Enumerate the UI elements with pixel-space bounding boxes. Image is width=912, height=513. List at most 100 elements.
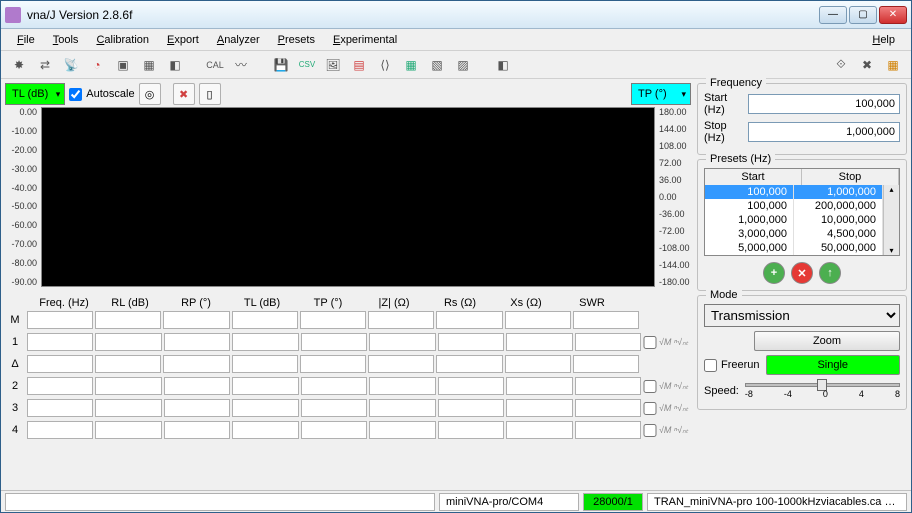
plot-canvas[interactable] [41,107,655,287]
marker-cell[interactable] [506,333,572,351]
tuning-icon[interactable]: ⟐ [831,55,851,75]
marker-cell[interactable] [368,311,434,329]
marker-cell[interactable] [301,421,367,439]
marker-cell[interactable] [438,377,504,395]
marker-cell[interactable] [95,355,161,373]
marker-cell[interactable] [164,399,230,417]
preset-add-button[interactable]: + [763,262,785,284]
meter-icon[interactable]: ▣ [113,55,133,75]
right-axis-combo[interactable]: TP (°) [631,83,691,105]
preset-col-start[interactable]: Start [705,169,802,185]
speed-slider[interactable]: -8-4048 [745,379,900,403]
marker-cell[interactable] [575,333,641,351]
pdf-icon[interactable]: ▤ [349,55,369,75]
zoom-button[interactable]: Zoom [754,331,900,351]
marker-cell[interactable] [575,421,641,439]
antenna-icon[interactable]: 📡 [61,55,81,75]
maximize-button[interactable]: ▢ [849,6,877,24]
marker-cell[interactable] [573,355,639,373]
marker-cell[interactable] [369,421,435,439]
marker-cell[interactable] [506,377,572,395]
marker-cell[interactable] [95,377,161,395]
marker-enable-checkbox[interactable] [643,424,657,437]
grid-icon[interactable]: ▦ [883,55,903,75]
cal-icon[interactable]: CAL [205,55,225,75]
marker-cell[interactable] [232,333,298,351]
marker-cell[interactable] [232,399,298,417]
preset-scrollbar[interactable]: ▴▾ [883,185,899,255]
marker-cell[interactable] [369,377,435,395]
marker-cell[interactable] [163,311,229,329]
left-axis-combo[interactable]: TL (dB) [5,83,65,105]
marker-cell[interactable] [95,311,161,329]
marker-cell[interactable] [369,333,435,351]
marker-cell[interactable] [95,399,161,417]
marker-cell[interactable] [232,421,298,439]
marker-cell[interactable] [506,399,572,417]
marker-enable-checkbox[interactable] [643,380,657,393]
tool-icon[interactable]: ▦ [139,55,159,75]
marker-cell[interactable] [573,311,639,329]
wrench-icon[interactable]: ✖ [857,55,877,75]
preset-delete-button[interactable]: ✕ [791,262,813,284]
marker-cell[interactable] [438,399,504,417]
marker-cell[interactable] [95,421,161,439]
tool-icon[interactable]: ✸ [9,55,29,75]
single-button[interactable]: Single [766,355,900,375]
excel-icon[interactable]: ▦ [401,55,421,75]
marker-cell[interactable] [575,399,641,417]
preset-row[interactable]: 1,000,00010,000,000 [705,213,883,227]
tool-icon[interactable]: ▨ [453,55,473,75]
marker-cell[interactable] [438,421,504,439]
tool-icon[interactable]: ⇄ [35,55,55,75]
target-icon[interactable]: ◎ [139,83,161,105]
save-icon[interactable]: 💾 [271,55,291,75]
marker-cell[interactable] [300,355,366,373]
menu-export[interactable]: Export [159,32,207,48]
marker-cell[interactable] [27,311,93,329]
clock-icon[interactable]: ◔ [87,55,107,75]
start-freq-input[interactable] [748,94,900,114]
marker-cell[interactable] [27,333,93,351]
crosshair-icon[interactable]: ✖ [173,83,195,105]
marker-cell[interactable] [438,333,504,351]
marker-enable-checkbox[interactable] [643,336,657,349]
autoscale-checkbox[interactable]: Autoscale [69,88,134,101]
marker-cell[interactable] [575,377,641,395]
marker-cell[interactable] [27,355,93,373]
preset-row[interactable]: 100,000200,000,000 [705,199,883,213]
marker-cell[interactable] [436,355,502,373]
minimize-button[interactable]: — [819,6,847,24]
clipboard-icon[interactable]: ▯ [199,83,221,105]
marker-enable-checkbox[interactable] [643,402,657,415]
preset-row[interactable]: 3,000,0004,500,000 [705,227,883,241]
menu-presets[interactable]: Presets [270,32,323,48]
freerun-checkbox[interactable]: Freerun [704,359,760,372]
marker-cell[interactable] [301,399,367,417]
tool-icon[interactable]: ▧ [427,55,447,75]
close-button[interactable]: ✕ [879,6,907,24]
xml-icon[interactable]: ⟨⟩ [375,55,395,75]
marker-cell[interactable] [27,421,93,439]
marker-cell[interactable] [368,355,434,373]
brush-icon[interactable]: 〰 [231,55,251,75]
marker-cell[interactable] [164,377,230,395]
marker-cell[interactable] [164,421,230,439]
marker-cell[interactable] [301,333,367,351]
menu-help[interactable]: Help [864,32,903,48]
marker-cell[interactable] [505,311,571,329]
marker-cell[interactable] [95,333,161,351]
preset-row[interactable]: 100,0001,000,000 [705,185,883,199]
menu-tools[interactable]: Tools [45,32,87,48]
menu-experimental[interactable]: Experimental [325,32,405,48]
preset-row[interactable]: 5,000,00050,000,000 [705,241,883,255]
tool-icon[interactable]: ◧ [165,55,185,75]
mode-select[interactable]: Transmission [704,304,900,327]
menu-analyzer[interactable]: Analyzer [209,32,268,48]
menu-calibration[interactable]: Calibration [88,32,157,48]
marker-cell[interactable] [369,399,435,417]
marker-cell[interactable] [436,311,502,329]
marker-cell[interactable] [163,355,229,373]
preset-up-button[interactable]: ↑ [819,262,841,284]
marker-cell[interactable] [505,355,571,373]
